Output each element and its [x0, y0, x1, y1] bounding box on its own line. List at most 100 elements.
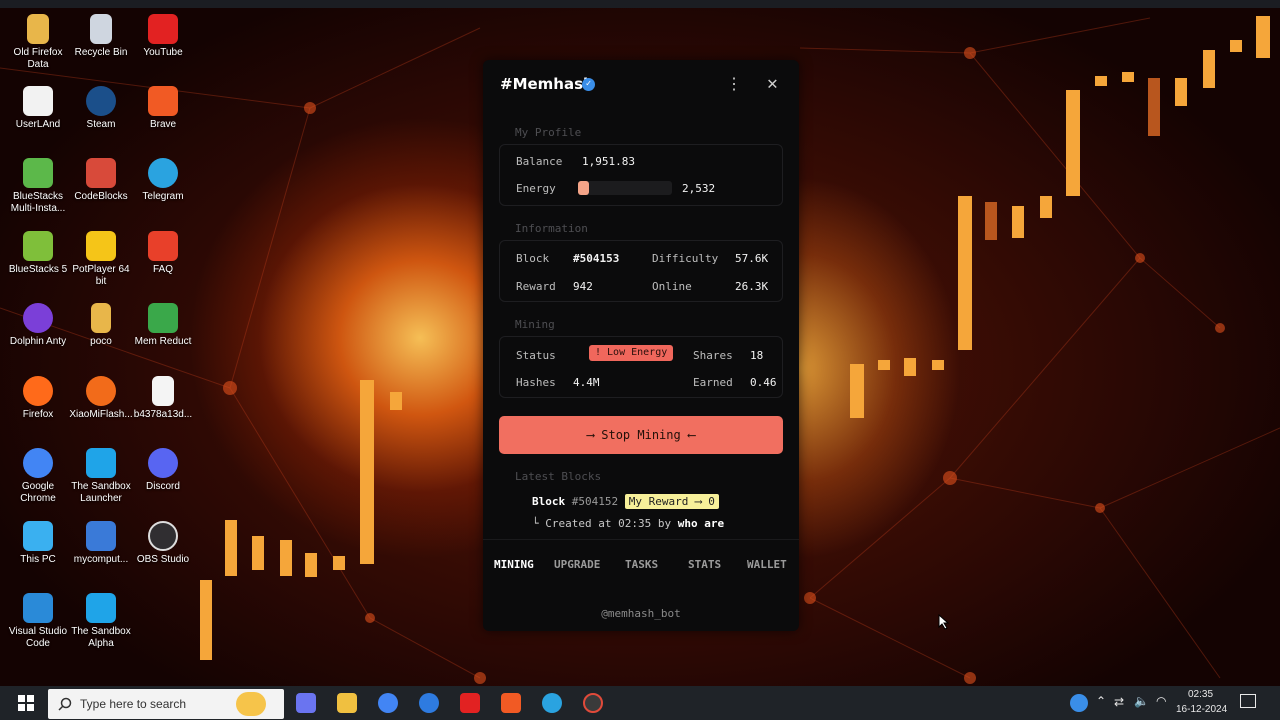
computer-icon — [86, 521, 116, 551]
more-options-icon[interactable]: ⋮ — [726, 74, 742, 93]
stop-mining-button[interactable]: ⟶ Stop Mining ⟵ — [499, 416, 783, 454]
desktop-icon-youtube[interactable]: YouTube — [131, 14, 195, 59]
desktop-icon-google-chrome[interactable]: Google Chrome — [6, 448, 70, 505]
latest-block-entry: Block #504152 My Reward ⟶ 0 — [532, 494, 719, 509]
nav-tab-wallet[interactable]: WALLET — [747, 558, 787, 572]
search-placeholder: Type here to search — [80, 697, 187, 711]
folder-icon — [27, 14, 49, 44]
recycle-bin-icon — [90, 14, 112, 44]
clock-time[interactable]: 02:35 — [1188, 689, 1213, 700]
hashes-label: Hashes — [516, 376, 556, 389]
difficulty-value: 57.6K — [735, 252, 769, 265]
energy-value: 2,532 — [682, 182, 716, 195]
help-tray-icon[interactable] — [1070, 694, 1088, 712]
desktop-icon-this-pc[interactable]: This PC — [6, 521, 70, 566]
taskbar: Type here to search — [0, 686, 1280, 720]
file-explorer-icon[interactable] — [337, 693, 357, 713]
desktop-icon-dolphin-anty[interactable]: Dolphin Anty — [6, 303, 70, 348]
latest-block-id: #504152 — [571, 495, 619, 508]
telegram-taskbar-icon[interactable] — [542, 693, 562, 713]
nav-tab-stats[interactable]: STATS — [688, 558, 721, 572]
desktop-icon-telegram[interactable]: Telegram — [131, 158, 195, 203]
discord-icon — [148, 448, 178, 478]
close-icon[interactable]: ✕ — [767, 73, 778, 94]
desktop-icon-b4378a13d[interactable]: b4378a13d... — [131, 376, 195, 421]
block-label: Block — [516, 252, 550, 265]
desktop-icon-firefox[interactable]: Firefox — [6, 376, 70, 421]
windows-start-icon[interactable] — [18, 695, 34, 711]
profile-header: My Profile — [515, 126, 582, 139]
nav-tab-mining[interactable]: MINING — [494, 558, 534, 572]
desktop-icon-recycle-bin[interactable]: Recycle Bin — [69, 14, 133, 59]
information-header: Information — [515, 222, 588, 235]
chevron-up-icon[interactable]: ⌃ — [1096, 694, 1106, 708]
online-label: Online — [652, 280, 692, 293]
desktop-icon-poco[interactable]: poco — [69, 303, 133, 348]
computer-icon — [23, 521, 53, 551]
faq-icon — [148, 231, 178, 261]
profile-card: Balance 1,951.83 Energy 2,532 — [499, 144, 783, 206]
network-icon[interactable]: ⇄ — [1114, 695, 1124, 709]
desktop-icon-sandbox-launcher[interactable]: The Sandbox Launcher — [69, 448, 133, 505]
desktop-icon-bluestacks-5[interactable]: BlueStacks 5 — [6, 231, 70, 276]
desktop-icon-userland[interactable]: UserLAnd — [6, 86, 70, 131]
mouse-cursor-icon — [938, 614, 950, 630]
search-icon — [58, 697, 72, 711]
desktop-icon-vscode[interactable]: Visual Studio Code — [6, 593, 70, 650]
online-value: 26.3K — [735, 280, 769, 293]
chrome-taskbar-icon[interactable] — [378, 693, 398, 713]
nav-tab-upgrade[interactable]: UPGRADE — [554, 558, 600, 572]
desktop-icon-bluestacks-multi[interactable]: BlueStacks Multi-Insta... — [6, 158, 70, 215]
status-label: Status — [516, 349, 556, 362]
taskbar-search-box[interactable]: Type here to search — [48, 689, 284, 719]
brave-taskbar-icon[interactable] — [501, 693, 521, 713]
desktop-icon-sandbox-alpha[interactable]: The Sandbox Alpha — [69, 593, 133, 650]
desktop-icon-old-firefox-data[interactable]: Old Firefox Data — [6, 14, 70, 71]
vscode-icon — [23, 593, 53, 623]
balance-label: Balance — [516, 155, 563, 168]
latest-block-created: └ Created at 02:35 by who are — [532, 517, 724, 530]
bluestacks-multi-icon — [23, 158, 53, 188]
obs-taskbar-icon[interactable] — [583, 693, 603, 713]
difficulty-label: Difficulty — [652, 252, 719, 265]
desktop-icon-brave[interactable]: Brave — [131, 86, 195, 131]
desktop-icon-discord[interactable]: Discord — [131, 448, 195, 493]
chrome-file-icon — [152, 376, 174, 406]
desktop-icon-xiaomiflash[interactable]: XiaoMiFlash... — [69, 376, 133, 421]
clock-date[interactable]: 16-12-2024 — [1176, 704, 1227, 715]
reward-value: 942 — [573, 280, 593, 293]
desktop-icon-codeblocks[interactable]: CodeBlocks — [69, 158, 133, 203]
earned-value: 0.46 — [750, 376, 777, 389]
desktop-icon-mem-reduct[interactable]: Mem Reduct — [131, 303, 195, 348]
youtube-taskbar-icon[interactable] — [460, 693, 480, 713]
sandbox-icon — [86, 593, 116, 623]
nav-tab-tasks[interactable]: TASKS — [625, 558, 658, 572]
desktop-icon-steam[interactable]: Steam — [69, 86, 133, 131]
latest-blocks-header: Latest Blocks — [515, 470, 602, 483]
created-at-text: └ Created at 02:35 by — [532, 517, 672, 530]
low-energy-badge: ! Low Energy — [589, 345, 674, 361]
obs-icon — [148, 521, 178, 551]
desktop-icon-faq[interactable]: FAQ — [131, 231, 195, 276]
desktop-icon-obs-studio[interactable]: OBS Studio — [131, 521, 195, 566]
copilot-icon[interactable] — [296, 693, 316, 713]
desktop-icon-potplayer[interactable]: PotPlayer 64 bit — [69, 231, 133, 288]
brave-icon — [148, 86, 178, 116]
latest-block-word: Block — [532, 495, 566, 508]
bot-handle-footer: @memhash_bot — [601, 607, 681, 620]
balance-value: 1,951.83 — [582, 155, 635, 168]
shares-value: 18 — [750, 349, 764, 362]
userland-icon — [23, 86, 53, 116]
volume-icon[interactable]: 🔈 — [1134, 694, 1149, 708]
search-highlight-icon — [236, 692, 266, 716]
steam-icon — [86, 86, 116, 116]
wifi-icon[interactable]: ◠ — [1156, 694, 1166, 708]
memhash-window: #Memhash ✓ ⋮ ✕ My Profile Balance 1,951.… — [483, 60, 799, 631]
notifications-icon[interactable] — [1240, 694, 1256, 708]
codeblocks-icon — [86, 158, 116, 188]
mining-header: Mining — [515, 318, 555, 331]
sync-app-icon[interactable] — [419, 693, 439, 713]
reward-label: Reward — [516, 280, 556, 293]
shares-label: Shares — [693, 349, 733, 362]
desktop-icon-mycomputer[interactable]: mycomput... — [69, 521, 133, 566]
